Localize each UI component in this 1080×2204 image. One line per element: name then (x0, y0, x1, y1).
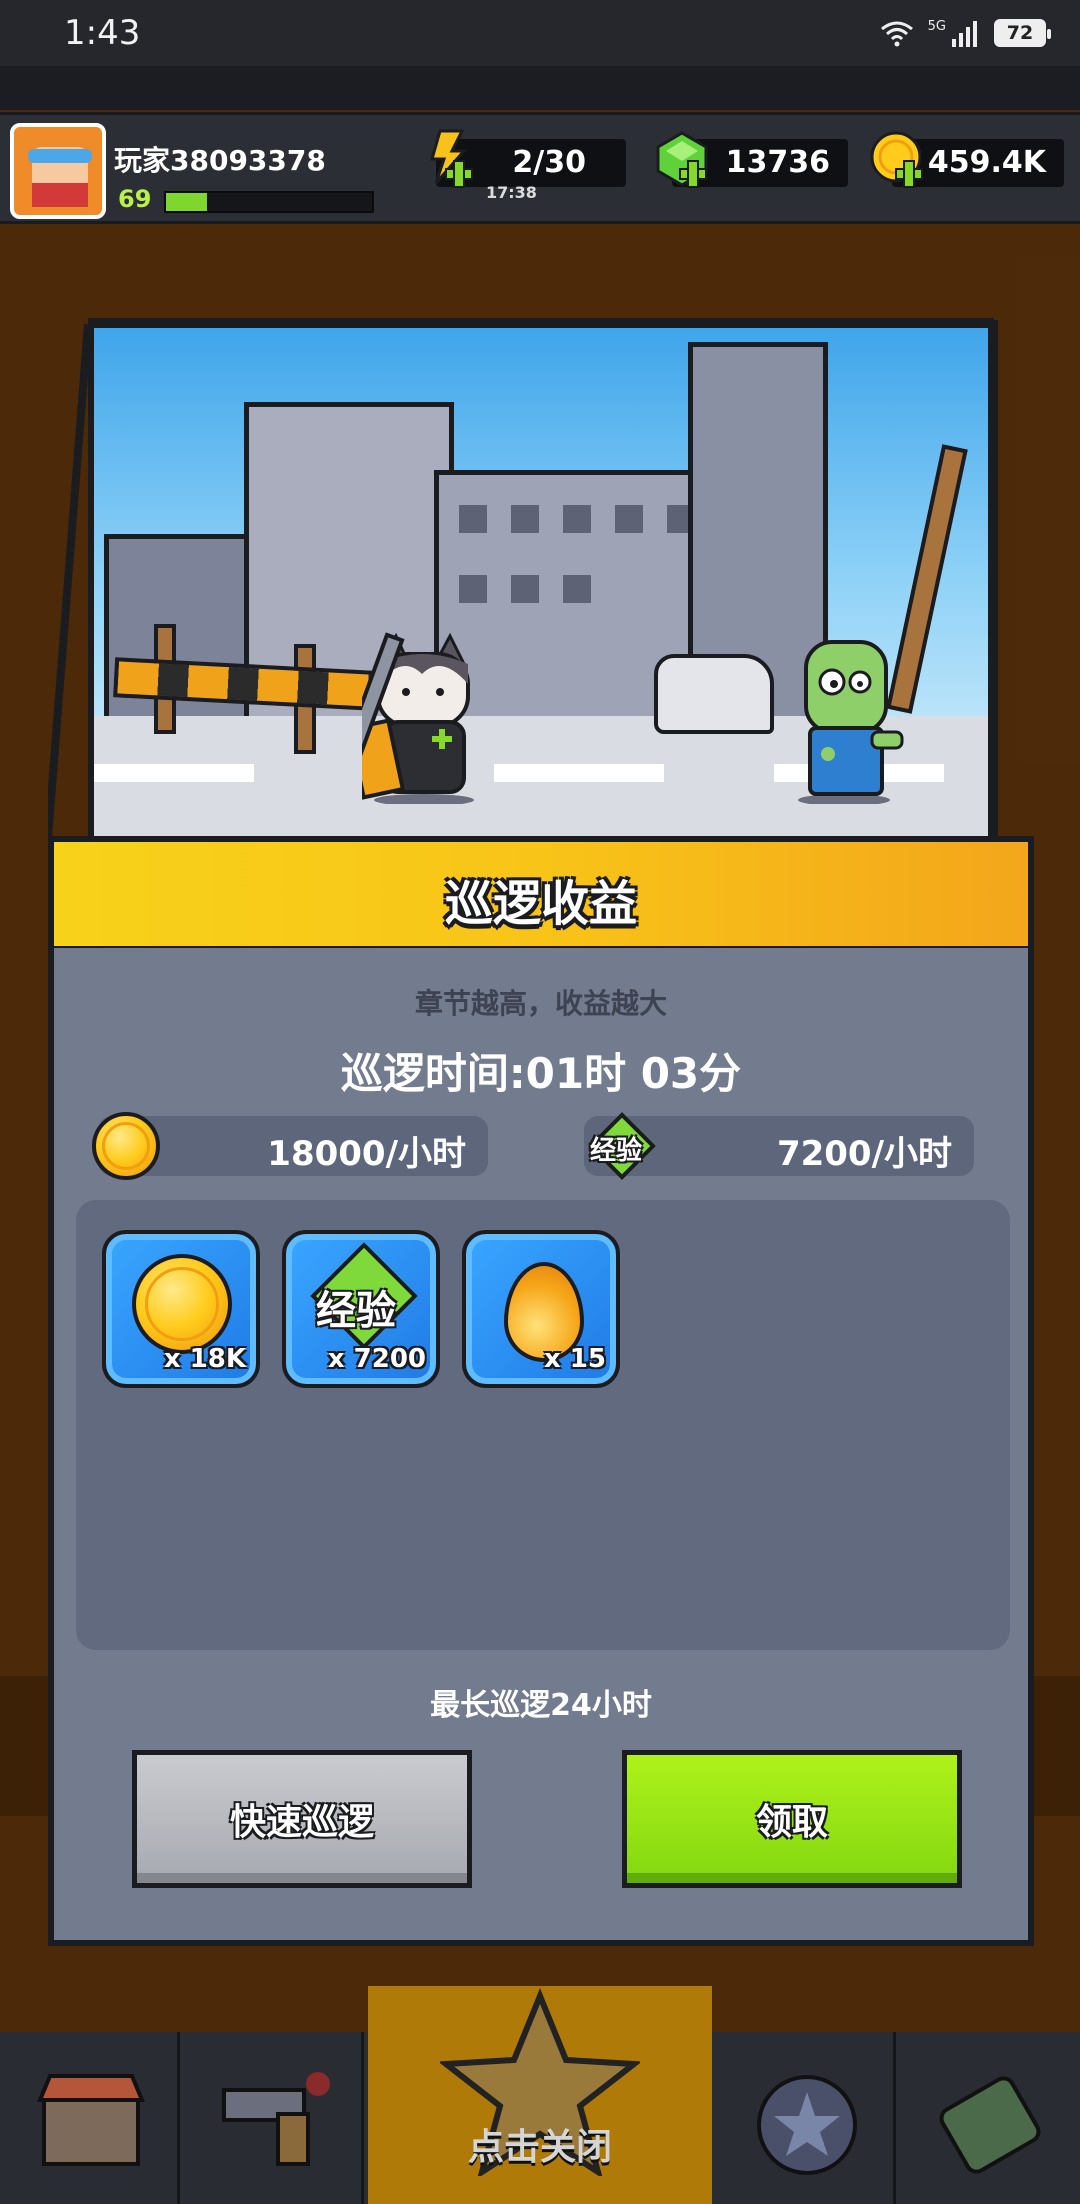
xp-progress-fill (166, 193, 208, 211)
reward-item-xp[interactable]: 经验 x 7200 (282, 1230, 440, 1388)
xp-rate-label: 经验 (590, 1136, 643, 1166)
tap-to-close-hint[interactable]: 点击关闭 (0, 2118, 1080, 2170)
gold-rate-value: 18000/小时 (267, 1134, 466, 1174)
patrol-reward-dialog: 巡逻收益 章节越高，收益越大 巡逻时间:01时 03分 18000/小时 经验 … (48, 318, 1034, 1946)
avatar-badge-icon (102, 139, 106, 157)
xp-rate-value: 7200/小时 (776, 1134, 952, 1174)
energy-timer: 17:38 (486, 183, 537, 202)
quick-patrol-button[interactable]: 快速巡逻 (132, 1750, 472, 1888)
status-time: 1:43 (64, 13, 141, 53)
reward-quantity: x 15 (543, 1344, 606, 1374)
nav-battle[interactable] (368, 1986, 712, 2204)
scene-frame (48, 320, 998, 838)
gold-rate-pill: 18000/小时 (92, 1112, 488, 1180)
dialog-body: 章节越高，收益越大 巡逻时间:01时 03分 18000/小时 经验 7200/… (48, 948, 1034, 1946)
gem-plus-icon[interactable] (652, 129, 712, 193)
gold-value: 459.4K (927, 145, 1046, 180)
avatar-goggles (28, 149, 92, 163)
gold-coin-icon (92, 1112, 160, 1180)
max-patrol-note: 最长巡逻24小时 (430, 1688, 652, 1723)
player-name: 玩家38093378 (114, 144, 326, 177)
status-bar: 1:43 5G 72 (0, 0, 1080, 66)
xp-gem-label: 经验 (316, 1288, 396, 1334)
battery-indicator: 72 (994, 19, 1051, 47)
top-hud: 55 玩家38093378 69 2/30 17:38 13736 459.4K (0, 112, 1080, 224)
gem-value: 13736 (725, 145, 830, 180)
player-avatar[interactable]: 55 (10, 123, 106, 219)
dialog-title-banner: 巡逻收益 (48, 836, 1034, 952)
energy-value: 2/30 (512, 145, 586, 180)
avatar-mask (32, 183, 88, 207)
patrol-time-label: 巡逻时间:01时 03分 (340, 1049, 742, 1098)
gold-coin-icon (132, 1254, 232, 1354)
avatar-level-badge: 55 (22, 215, 52, 219)
dialog-subtitle: 章节越高，收益越大 (414, 987, 667, 1020)
energy-plus-icon[interactable] (418, 129, 478, 193)
reward-item-gold[interactable]: x 18K (102, 1230, 260, 1388)
wifi-icon (880, 21, 913, 47)
reward-quantity: x 7200 (327, 1344, 426, 1374)
signal-icon (952, 21, 977, 47)
reward-quantity: x 18K (163, 1344, 246, 1374)
xp-rate-pill: 经验 7200/小时 (584, 1112, 974, 1180)
network-label: 5G (927, 18, 946, 34)
xp-progress-bar (164, 191, 374, 213)
dialog-title: 巡逻收益 (444, 876, 637, 932)
reward-item-oil[interactable]: x 15 (462, 1230, 620, 1388)
rewards-panel: x 18K 经验 x 7200 x 15 (76, 1200, 1010, 1650)
gold-plus-icon[interactable] (868, 129, 928, 193)
status-icons: 5G 72 (880, 18, 1051, 47)
claim-button[interactable]: 领取 (622, 1750, 962, 1888)
player-level: 69 (118, 185, 152, 213)
